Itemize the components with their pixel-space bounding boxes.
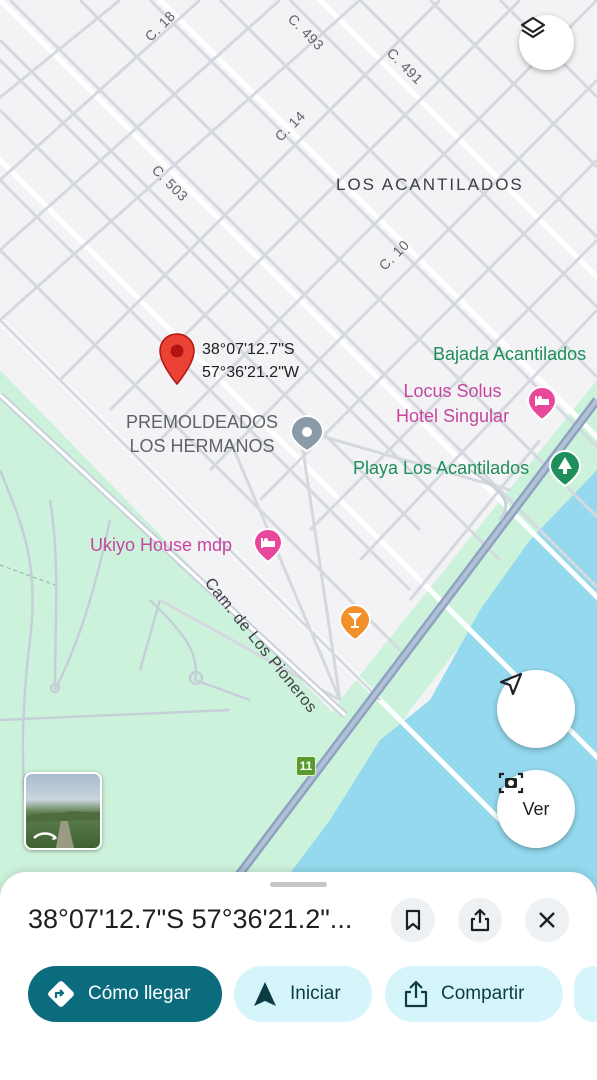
directions-icon xyxy=(48,981,74,1007)
share-button[interactable]: Compartir xyxy=(385,966,563,1022)
lens-camera-icon xyxy=(498,772,524,794)
directions-button[interactable]: Cómo llegar xyxy=(28,966,222,1022)
my-location-button[interactable] xyxy=(497,670,575,748)
directions-label: Cómo llegar xyxy=(88,983,191,1004)
map-view[interactable]: C. 18 C. 493 C. 491 C. 14 C. 503 C. 10 L… xyxy=(0,0,597,900)
street-view-thumbnail[interactable] xyxy=(24,772,102,850)
poi-ukiyo-house[interactable]: Ukiyo House mdp xyxy=(90,535,232,556)
pin-latitude: 38°07'12.7"S xyxy=(202,341,295,358)
poi-bajada-acantilados[interactable]: Bajada Acantilados xyxy=(433,344,586,365)
more-actions-chip[interactable] xyxy=(574,966,597,1022)
poi-locus-solus-line2: Hotel Singular xyxy=(396,406,510,426)
sheet-drag-handle[interactable] xyxy=(270,882,327,887)
save-button[interactable] xyxy=(391,898,435,942)
navigation-arrow-icon xyxy=(499,672,523,696)
poi-premoldeados-line2: LOS HERMANOS xyxy=(129,436,275,456)
share-icon xyxy=(470,908,490,932)
pin-coordinates: 38°07'12.7"S 57°36'21.2"W xyxy=(202,338,299,384)
area-label: LOS ACANTILADOS xyxy=(336,175,524,194)
poi-locus-solus[interactable]: Locus Solus Hotel Singular xyxy=(396,379,509,429)
close-button[interactable] xyxy=(525,898,569,942)
bookmark-icon xyxy=(405,909,421,931)
share-label: Compartir xyxy=(441,983,525,1004)
poi-playa-los-acantilados[interactable]: Playa Los Acantilados xyxy=(353,458,529,479)
poi-locus-solus-line1: Locus Solus xyxy=(403,381,502,401)
poi-premoldeados[interactable]: PREMOLDEADOS LOS HERMANOS xyxy=(126,410,278,458)
share-icon-button[interactable] xyxy=(458,898,502,942)
route-shield: 11 xyxy=(296,756,316,776)
sheet-title: 38°07'12.7"S 57°36'21.2"... xyxy=(28,904,353,934)
share-icon xyxy=(404,980,428,1008)
lens-ver-label: Ver xyxy=(522,799,550,819)
poi-premoldeados-line1: PREMOLDEADOS xyxy=(126,412,279,432)
start-label: Iniciar xyxy=(290,983,341,1004)
close-icon xyxy=(539,912,555,928)
navigation-icon xyxy=(254,982,276,1006)
place-sheet[interactable]: 38°07'12.7"S 57°36'21.2"... Cómo llegar … xyxy=(0,872,597,1080)
layers-button[interactable] xyxy=(519,15,574,70)
layers-icon xyxy=(520,16,546,39)
lens-ver-button[interactable]: Ver xyxy=(497,770,575,848)
street-view-icon xyxy=(26,811,100,848)
pin-longitude: 57°36'21.2"W xyxy=(202,364,299,381)
start-button[interactable]: Iniciar xyxy=(234,966,372,1022)
